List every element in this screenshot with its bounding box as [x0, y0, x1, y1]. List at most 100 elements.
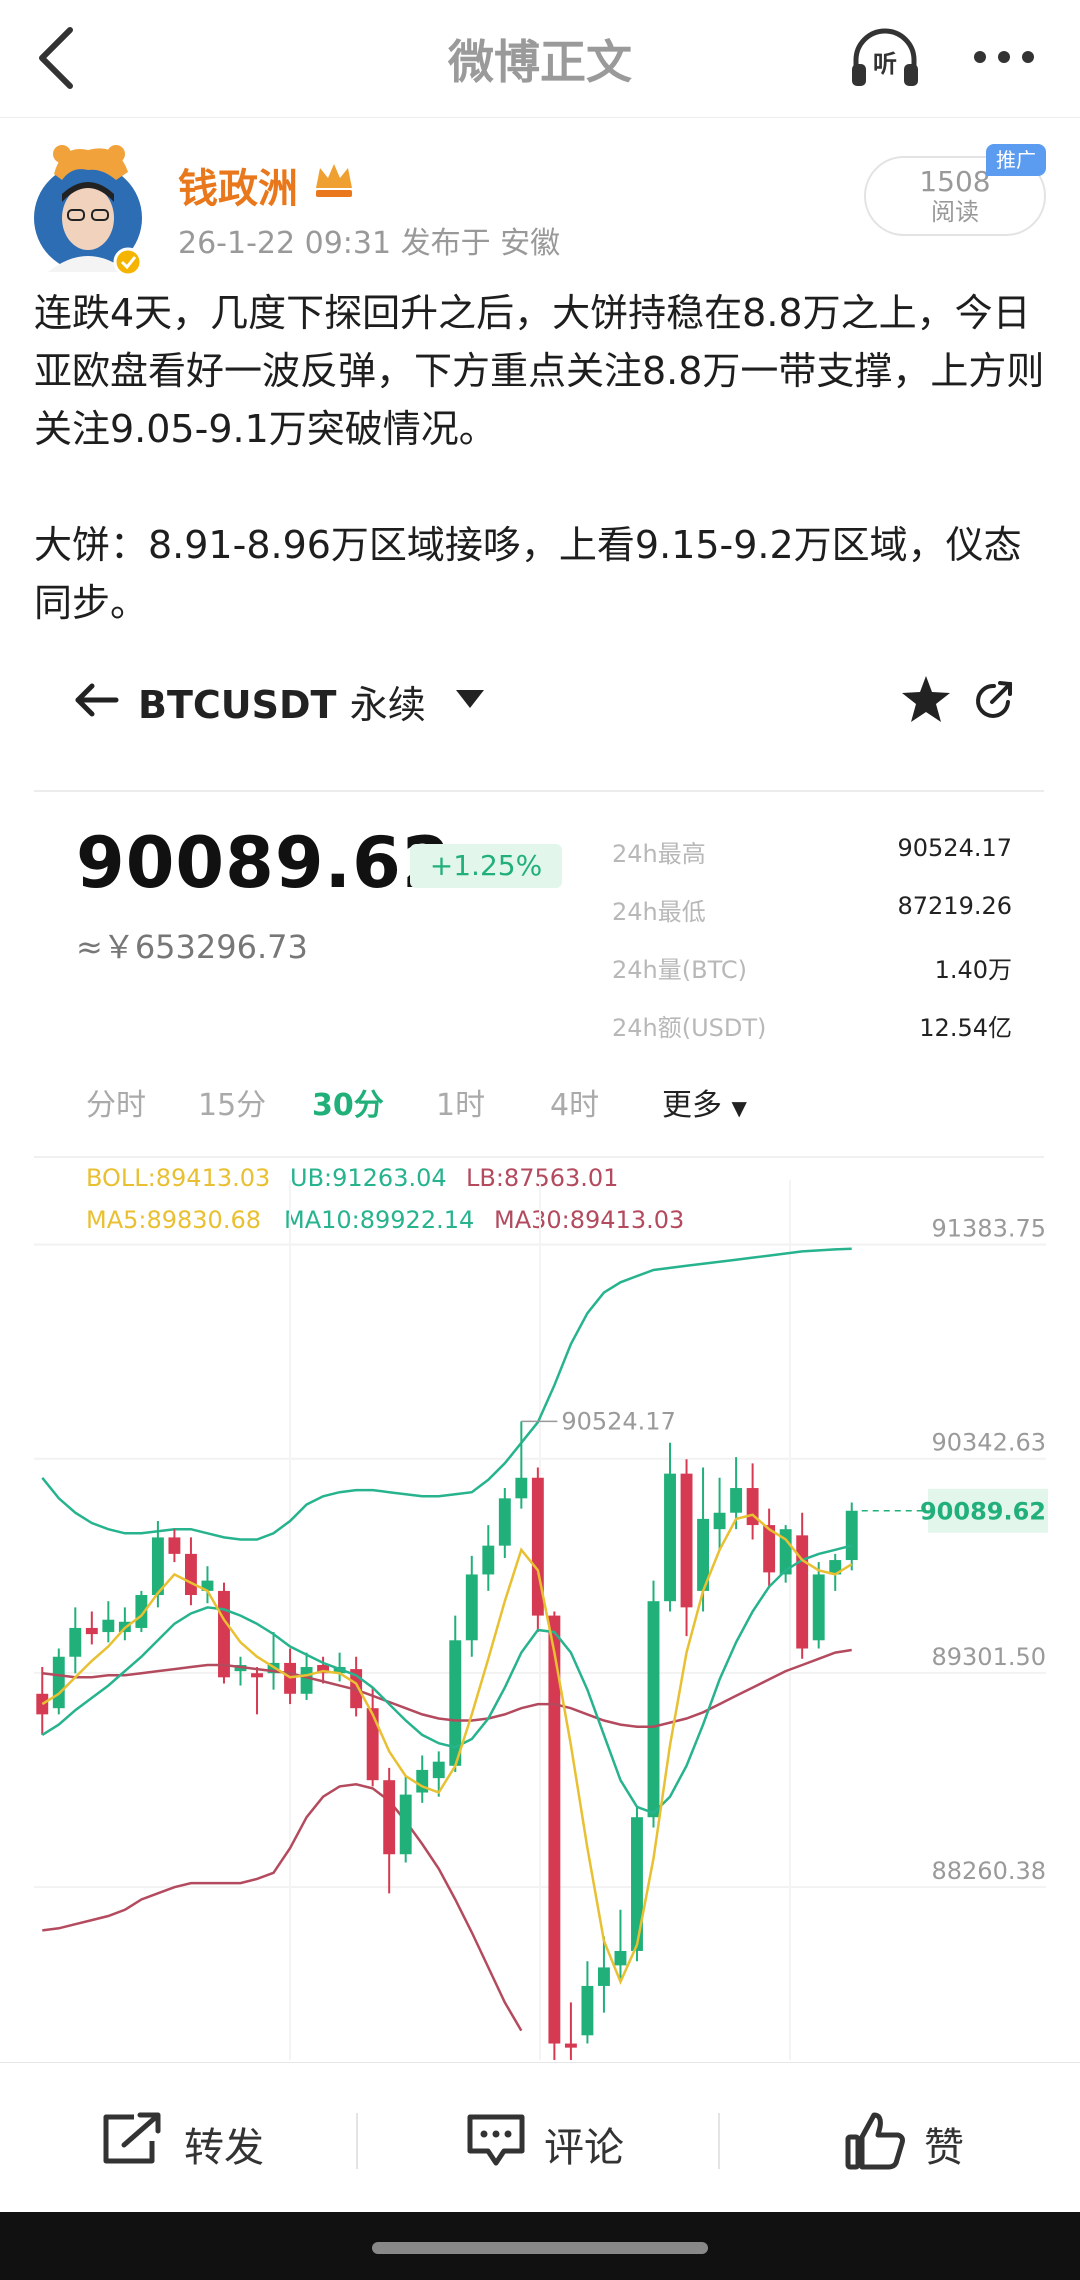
candle-body: [399, 1794, 412, 1855]
bottom-action-bar: 转发 评论 赞: [0, 2062, 1080, 2212]
stat-row: 24h最低 87219.26: [612, 892, 1012, 950]
candlestick-chart: 91383.75 90342.63 89301.50 88260.38 90524.17…: [34, 1180, 1048, 2060]
candle-body: [614, 1950, 627, 1966]
24h-stats: 24h最高 90524.17 24h最低 87219.26 24h量(BTC) 1.4…: [612, 834, 1012, 1066]
author-row: 钱政洲 26-1-22 09:31 发布于 安徽 1508 阅读 推广: [0, 118, 1080, 278]
divider: [34, 790, 1044, 792]
high-price-label: 90524.17: [561, 1407, 676, 1435]
svg-text:听: 听: [873, 50, 897, 78]
candle-body: [366, 1708, 379, 1781]
market-header: BTCUSDT 永续: [0, 640, 1080, 760]
last-price: 90089.62: [76, 822, 452, 904]
ma5-line: [41, 1513, 853, 1985]
candle-body: [151, 1537, 164, 1596]
candle-body: [597, 1967, 610, 1986]
stat-label: 24h量(BTC): [612, 956, 747, 984]
post-image-trading-screenshot[interactable]: BTCUSDT 永续 90089.62 +1.25% ≈￥653296.73 2…: [0, 640, 1080, 2062]
timeframe-tab: 15分: [198, 1088, 267, 1123]
avatar[interactable]: [32, 140, 144, 276]
candle-body: [515, 1477, 528, 1499]
divider: [718, 2113, 720, 2169]
candle-body: [581, 1985, 594, 2036]
stat-row: 24h额(USDT) 12.54亿: [612, 1008, 1012, 1066]
listen-headphones-icon[interactable]: 听: [848, 26, 922, 90]
stat-value: 1.40万: [934, 956, 1012, 984]
stat-label: 24h最高: [612, 840, 706, 868]
timeframe-tab: 1时: [436, 1088, 486, 1123]
candle-body: [36, 1693, 49, 1715]
chevron-down-icon: [456, 690, 484, 708]
candle-body: [300, 1667, 313, 1694]
like-label: 赞: [924, 2125, 964, 2171]
stat-value: 90524.17: [897, 834, 1012, 862]
crown-vip-icon: [316, 164, 352, 197]
candle-body: [845, 1510, 858, 1561]
cny-equivalent: ≈￥653296.73: [76, 928, 308, 966]
ma30-line: [42, 1648, 852, 1728]
stat-row: 24h量(BTC) 1.40万: [612, 950, 1012, 1008]
lower-band-line: [42, 1783, 523, 2032]
candle-body: [251, 1673, 263, 1678]
candle-body: [383, 1780, 396, 1855]
post-paragraph: 连跌4天，几度下探回升之后，大饼持稳在8.8万之上，今日亚欧盘看好一波反弹，下方…: [34, 291, 1045, 451]
repost-icon: [103, 2112, 161, 2164]
left-arrow-icon: [75, 683, 119, 717]
comment-button[interactable]: 评论: [460, 2063, 660, 2213]
candle-body: [482, 1545, 495, 1575]
last-price-label: 90089.62: [920, 1498, 1046, 1526]
y-tick-label: 89301.50: [931, 1643, 1046, 1671]
y-tick-label: 90342.63: [931, 1429, 1046, 1457]
promo-tag: 推广: [986, 144, 1046, 176]
candle-body: [69, 1627, 82, 1657]
candle-body: [730, 1488, 743, 1513]
timeframe-more-label: 更多: [662, 1088, 722, 1123]
candle-body: [647, 1601, 660, 1818]
candle-body: [102, 1619, 115, 1633]
candle-body: [564, 2043, 577, 2048]
candle-body: [812, 1574, 825, 1641]
repost-label: 转发: [184, 2125, 264, 2171]
system-nav-bar: [0, 2212, 1080, 2280]
candle-body: [85, 1627, 98, 1635]
timeframe-tab: 4时: [550, 1088, 600, 1123]
caret-down-icon: ▼: [731, 1096, 747, 1120]
star-icon: [902, 676, 950, 722]
candle-body: [631, 1817, 643, 1951]
more-options-icon[interactable]: [970, 34, 1038, 80]
candle-body: [168, 1537, 181, 1554]
timeframe-tab-active: 30分: [312, 1088, 384, 1123]
price-change-badge: +1.25%: [410, 844, 562, 888]
candle-body: [184, 1553, 197, 1596]
home-indicator[interactable]: [372, 2242, 708, 2254]
thumbs-up-icon: [845, 2112, 905, 2170]
timeframe-tab: 分时: [86, 1088, 146, 1123]
candle-body: [664, 1473, 676, 1602]
candle-body: [498, 1498, 511, 1546]
post-timestamp-location: 26-1-22 09:31 发布于 安徽: [178, 226, 561, 261]
contract-type: 永续: [349, 683, 426, 727]
stat-value: 12.54亿: [919, 1014, 1012, 1042]
stat-label: 24h最低: [612, 898, 706, 926]
candle-body: [465, 1574, 478, 1641]
comment-label: 评论: [544, 2125, 624, 2171]
post-paragraph: 大饼：8.91-8.96万区域接哆，上看9.15-9.2万区域，仪态同步。: [34, 523, 1022, 625]
top-nav-bar: 微博正文 听: [0, 0, 1080, 118]
divider: [356, 2113, 358, 2169]
symbol-code: BTCUSDT: [138, 683, 337, 727]
author-name[interactable]: 钱政洲: [178, 156, 298, 214]
stat-row: 24h最高 90524.17: [612, 834, 1012, 892]
candle-body: [796, 1535, 809, 1649]
repost-button[interactable]: 转发: [90, 2063, 290, 2213]
market-symbol: BTCUSDT 永续: [138, 674, 426, 729]
divider: [34, 1156, 1044, 1158]
stat-label: 24h额(USDT): [612, 1014, 767, 1042]
post-body: 连跌4天，几度下探回升之后，大饼持稳在8.8万之上，今日亚欧盘看好一波反弹，下方…: [34, 284, 1054, 690]
candle-body: [432, 1761, 445, 1779]
read-label: 阅读: [931, 198, 979, 226]
candle-body: [713, 1512, 726, 1530]
timeframe-more: 更多 ▼: [662, 1080, 747, 1124]
stat-value: 87219.26: [897, 892, 1012, 920]
like-button[interactable]: 赞: [842, 2063, 1002, 2213]
y-tick-label: 88260.38: [931, 1857, 1046, 1885]
y-tick-label: 91383.75: [931, 1214, 1046, 1242]
